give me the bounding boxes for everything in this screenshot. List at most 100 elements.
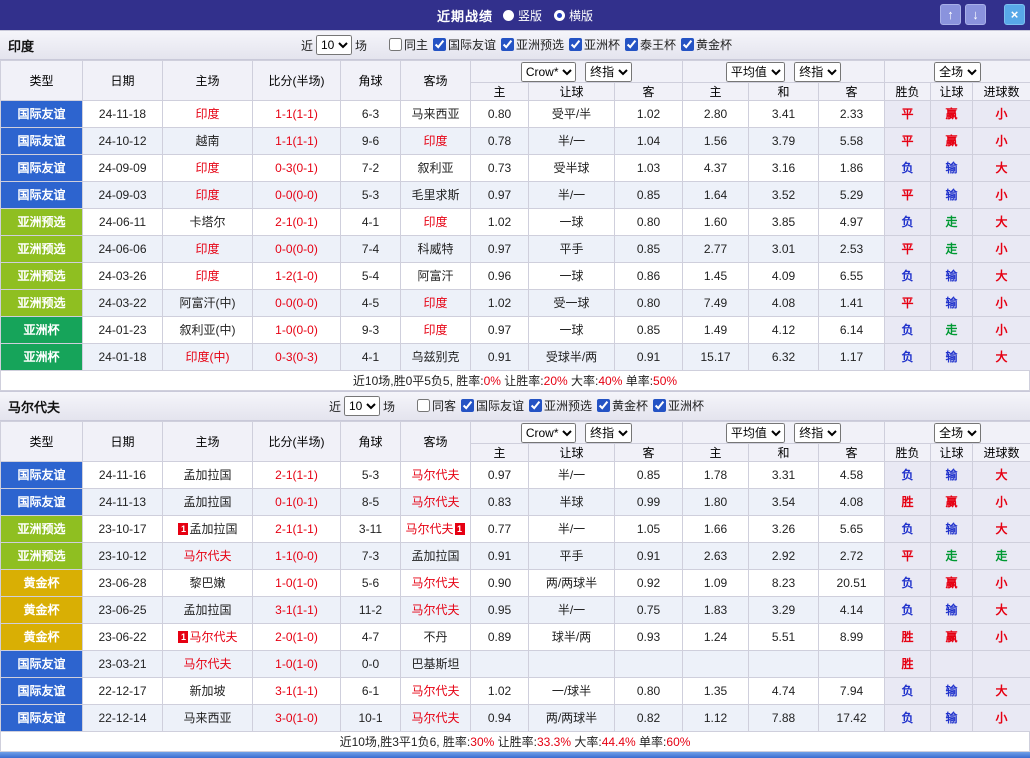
competition-checkbox[interactable]: 泰王杯 xyxy=(620,36,676,53)
red-card-icon: 1 xyxy=(455,523,465,535)
checkbox-input[interactable] xyxy=(501,38,514,51)
col-avg-draw: 和 xyxy=(749,83,819,101)
match-date: 22-12-14 xyxy=(83,705,163,732)
checkbox-input[interactable] xyxy=(433,38,446,51)
result-goals: 小 xyxy=(973,101,1030,128)
checkbox-input[interactable] xyxy=(529,399,542,412)
home-team: 新加坡 xyxy=(163,678,253,705)
filter-bar: 近 10 场 同客国际友谊亚洲预选黄金杯亚洲杯 xyxy=(326,396,704,416)
result-handicap: 输 xyxy=(931,155,973,182)
checkbox-input[interactable] xyxy=(597,399,610,412)
team-name: 孟加拉国 xyxy=(183,603,231,617)
away-team: 马尔代夫 xyxy=(401,678,471,705)
final-odds-select[interactable]: 终指 xyxy=(585,423,632,443)
radio-icon xyxy=(554,10,565,21)
competition-checkbox[interactable]: 亚洲杯 xyxy=(648,397,704,414)
col-date: 日期 xyxy=(83,422,163,462)
result-goals: 大 xyxy=(973,462,1030,489)
avg-draw-odds: 8.23 xyxy=(749,570,819,597)
team-name: 阿富汗(中) xyxy=(180,296,236,310)
match-row: 亚洲杯24-01-18印度(中)0-3(0-3)4-1乌兹别克0.91受球半/两… xyxy=(1,344,1030,371)
competition-checkbox[interactable]: 国际友谊 xyxy=(456,397,524,414)
handicap-home-odds: 0.73 xyxy=(471,155,529,182)
bookmaker-select[interactable]: Crow* xyxy=(521,62,576,82)
away-team: 科威特 xyxy=(401,236,471,263)
avg-draw-odds: 4.09 xyxy=(749,263,819,290)
final-odds-select[interactable]: 终指 xyxy=(794,62,841,82)
col-odds-home: 主 xyxy=(471,83,529,101)
team-name: 阿富汗 xyxy=(417,269,453,283)
horizontal-scrollbar[interactable] xyxy=(0,752,1030,758)
checkbox-input[interactable] xyxy=(461,399,474,412)
home-team: 印度 xyxy=(163,101,253,128)
average-select[interactable]: 平均值 xyxy=(726,423,785,443)
recent-count-select[interactable]: 10 xyxy=(344,396,380,416)
competition-checkbox[interactable]: 黄金杯 xyxy=(676,36,732,53)
checkbox-input[interactable] xyxy=(681,38,694,51)
competition-checkbox[interactable]: 国际友谊 xyxy=(428,36,496,53)
handicap-home-odds: 0.91 xyxy=(471,543,529,570)
avg-draw-odds: 4.08 xyxy=(749,290,819,317)
avg-home-odds: 1.78 xyxy=(683,462,749,489)
competition-checkbox[interactable]: 黄金杯 xyxy=(592,397,648,414)
result-outcome: 平 xyxy=(885,128,931,155)
recent-count-select[interactable]: 10 xyxy=(316,35,352,55)
checkbox-label: 亚洲预选 xyxy=(544,397,592,414)
close-button[interactable]: × xyxy=(1004,4,1025,25)
summary-text: 44.4% xyxy=(602,735,636,749)
col-handicap-result: 让球 xyxy=(931,83,973,101)
competition-checkbox[interactable]: 亚洲预选 xyxy=(524,397,592,414)
competition-checkbox[interactable]: 亚洲预选 xyxy=(496,36,564,53)
result-handicap: 输 xyxy=(931,263,973,290)
col-avg-draw: 和 xyxy=(749,444,819,462)
scroll-up-button[interactable]: ↑ xyxy=(940,4,961,25)
handicap-line: 球半/两 xyxy=(529,624,615,651)
recent-prefix-label: 近 xyxy=(329,398,341,415)
match-type-badge: 国际友谊 xyxy=(1,678,83,705)
fullmatch-select[interactable]: 全场 xyxy=(934,62,981,82)
checkbox-input[interactable] xyxy=(625,38,638,51)
handicap-line: 半/一 xyxy=(529,462,615,489)
col-outcome: 胜负 xyxy=(885,444,931,462)
handicap-away-odds: 0.85 xyxy=(615,236,683,263)
away-team: 不丹 xyxy=(401,624,471,651)
match-row: 亚洲预选23-10-171孟加拉国2-1(1-1)3-11马尔代夫10.77半/… xyxy=(1,516,1030,543)
summary-text: 0% xyxy=(484,374,501,388)
final-odds-select[interactable]: 终指 xyxy=(585,62,632,82)
home-team: 马来西亚 xyxy=(163,705,253,732)
match-row: 国际友谊24-11-18印度1-1(1-1)6-3马来西亚0.80受平/半1.0… xyxy=(1,101,1030,128)
match-type-badge: 国际友谊 xyxy=(1,462,83,489)
handicap-line: 受球半/两 xyxy=(529,344,615,371)
handicap-away-odds: 1.05 xyxy=(615,516,683,543)
final-score: 2-1(0-1) xyxy=(253,209,341,236)
checkbox-input[interactable] xyxy=(569,38,582,51)
col-outcome: 胜负 xyxy=(885,83,931,101)
corner-score: 9-6 xyxy=(341,128,401,155)
same-venue-checkbox[interactable]: 同主 xyxy=(384,36,428,53)
bookmaker-select[interactable]: Crow* xyxy=(521,423,576,443)
same-venue-checkbox[interactable]: 同客 xyxy=(412,397,456,414)
checkbox-input[interactable] xyxy=(417,399,430,412)
handicap-line: 两/两球半 xyxy=(529,705,615,732)
scroll-down-button[interactable]: ↓ xyxy=(965,4,986,25)
result-goals: 小 xyxy=(973,489,1030,516)
result-outcome: 负 xyxy=(885,462,931,489)
corner-score: 7-2 xyxy=(341,155,401,182)
final-odds-select[interactable]: 终指 xyxy=(794,423,841,443)
radio-vertical[interactable]: 竖版 xyxy=(503,7,542,24)
layout-radio-group: 竖版横版 xyxy=(503,7,593,24)
corner-score: 0-0 xyxy=(341,651,401,678)
team-name: 马尔代夫 xyxy=(411,576,459,590)
competition-checkbox[interactable]: 亚洲杯 xyxy=(564,36,620,53)
average-select[interactable]: 平均值 xyxy=(726,62,785,82)
match-date: 23-06-25 xyxy=(83,597,163,624)
match-type-badge: 国际友谊 xyxy=(1,705,83,732)
radio-horizontal[interactable]: 横版 xyxy=(554,7,593,24)
match-date: 23-06-22 xyxy=(83,624,163,651)
result-handicap: 输 xyxy=(931,678,973,705)
checkbox-input[interactable] xyxy=(653,399,666,412)
fullmatch-select[interactable]: 全场 xyxy=(934,423,981,443)
checkbox-input[interactable] xyxy=(389,38,402,51)
handicap-away-odds: 0.75 xyxy=(615,597,683,624)
col-handicap: 让球 xyxy=(529,83,615,101)
